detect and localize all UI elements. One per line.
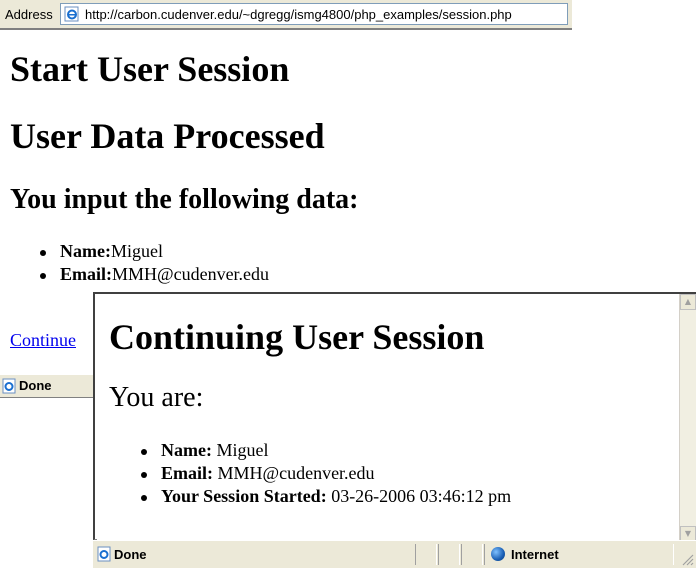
ie-page-icon bbox=[2, 378, 16, 394]
ie-page-icon bbox=[64, 6, 79, 22]
ie-page-icon bbox=[97, 546, 111, 562]
status-bar: Done bbox=[0, 374, 96, 398]
page-title: Continuing User Session bbox=[109, 317, 485, 357]
status-text: Done bbox=[19, 378, 52, 393]
list-item: Your Session Started: 03-26-2006 03:46:1… bbox=[141, 485, 511, 508]
list-item: Name:Miguel bbox=[40, 240, 269, 263]
address-input[interactable]: http://carbon.cudenver.edu/~dgregg/ismg4… bbox=[60, 3, 568, 25]
page-title: Start User Session bbox=[10, 49, 290, 89]
globe-icon bbox=[491, 547, 505, 561]
list-item: Email: MMH@cudenver.edu bbox=[141, 462, 511, 485]
you-are-heading: You are: bbox=[109, 382, 204, 413]
address-url: http://carbon.cudenver.edu/~dgregg/ismg4… bbox=[85, 7, 512, 22]
resize-grip-icon[interactable] bbox=[682, 554, 694, 566]
status-text: Done bbox=[114, 547, 147, 562]
security-zone-label: Internet bbox=[511, 547, 559, 562]
page-content: Continuing User Session You are: Name: M… bbox=[97, 296, 681, 540]
address-label: Address bbox=[5, 7, 53, 22]
session-data-list: Name: Miguel Email: MMH@cudenver.edu You… bbox=[141, 439, 511, 508]
page-frame: Continuing User Session You are: Name: M… bbox=[93, 292, 696, 542]
input-heading: You input the following data: bbox=[10, 184, 359, 215]
front-browser-window: Continuing User Session You are: Name: M… bbox=[93, 292, 696, 568]
list-item: Name: Miguel bbox=[141, 439, 511, 462]
list-item: Email:MMH@cudenver.edu bbox=[40, 263, 269, 286]
status-pane bbox=[461, 544, 483, 565]
scroll-up-icon[interactable]: ▲ bbox=[680, 294, 696, 310]
input-data-list: Name:Miguel Email:MMH@cudenver.edu bbox=[40, 240, 269, 286]
continue-link[interactable]: Continue bbox=[10, 330, 76, 351]
status-bar: Done Internet bbox=[93, 540, 696, 568]
processed-heading: User Data Processed bbox=[10, 116, 325, 156]
vertical-scrollbar[interactable]: ▲ ▼ bbox=[679, 294, 696, 542]
status-pane bbox=[438, 544, 460, 565]
address-bar: Address http://carbon.cudenver.edu/~dgre… bbox=[0, 0, 572, 30]
status-pane bbox=[415, 544, 437, 565]
